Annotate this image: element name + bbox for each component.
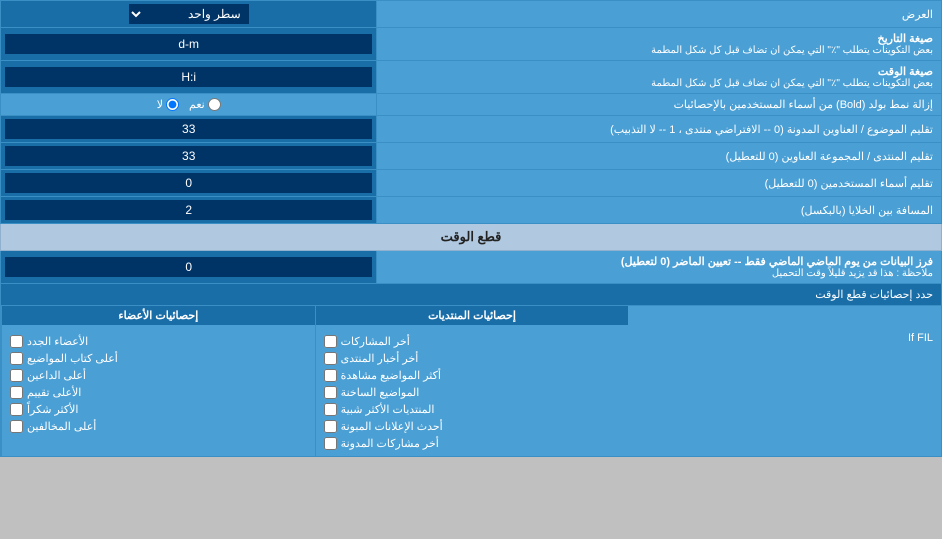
- subject-trim-row: تقليم الموضوع / العناوين المدونة (0 -- ا…: [1, 116, 942, 143]
- stat-hot-topics-cb[interactable]: [324, 386, 337, 399]
- forum-trim-input[interactable]: [5, 146, 372, 166]
- display-input-cell: سطر واحد سطرين ثلاثة أسطر: [1, 1, 377, 28]
- col-space-input[interactable]: [5, 200, 372, 220]
- user-trim-row: تقليم أسماء المستخدمين (0 للتعطيل): [1, 170, 942, 197]
- stat-hot-topics[interactable]: المواضيع الساخنة: [324, 384, 621, 401]
- stat-top-inviters-cb[interactable]: [10, 369, 23, 382]
- stat-top-rated[interactable]: الأعلى تقييم: [10, 384, 307, 401]
- stat-latest-announcements[interactable]: أحدث الإعلانات المبونة: [324, 418, 621, 435]
- stat-last-posts[interactable]: أخر المشاركات: [324, 333, 621, 350]
- bold-remove-row: إزالة نمط بولد (Bold) من أسماء المستخدمي…: [1, 94, 942, 116]
- time-cut-input-cell: [1, 251, 377, 284]
- date-format-row: صيغة التاريخ بعض التكوينات يتطلب "٪" الت…: [1, 28, 942, 61]
- user-trim-input[interactable]: [5, 173, 372, 193]
- forum-trim-input-cell: [1, 143, 377, 170]
- stat-most-thanks[interactable]: الأكثر شكراً: [10, 401, 307, 418]
- stat-most-thanks-cb[interactable]: [10, 403, 23, 416]
- forum-trim-text: تقليم المنتدى / المجموعة العناوين (0 للت…: [726, 151, 933, 163]
- subject-trim-input-cell: [1, 116, 377, 143]
- forum-trim-row: تقليم المنتدى / المجموعة العناوين (0 للت…: [1, 143, 942, 170]
- date-format-input[interactable]: [5, 34, 372, 54]
- stat-latest-announcements-cb[interactable]: [324, 420, 337, 433]
- time-format-label: صيغة الوقت بعض التكوينات يتطلب "٪" التي …: [377, 61, 942, 94]
- time-cut-label: فرز البيانات من يوم الماضي الماضي فقط --…: [377, 251, 942, 284]
- bold-remove-text: إزالة نمط بولد (Bold) من أسماء المستخدمي…: [674, 99, 933, 111]
- stat-top-violators[interactable]: أعلى المخالفين: [10, 418, 307, 435]
- stat-last-posts-cb[interactable]: [324, 335, 337, 348]
- time-format-input-cell: [1, 61, 377, 94]
- user-trim-text: تقليم أسماء المستخدمين (0 للتعطيل): [765, 178, 933, 190]
- time-section-title: قطع الوقت: [1, 224, 942, 251]
- stats-forums-header: إحصائيات المنتديات: [316, 306, 629, 325]
- subject-trim-label: تقليم الموضوع / العناوين المدونة (0 -- ا…: [377, 116, 942, 143]
- stat-blog-posts[interactable]: أخر مشاركات المدونة: [324, 435, 621, 452]
- stats-header-row: حدد إحصائيات قطع الوقت: [1, 284, 942, 306]
- col-space-input-cell: [1, 197, 377, 224]
- stat-new-members[interactable]: الأعضاء الجدد: [10, 333, 307, 350]
- stats-col-forums: إحصائيات المنتديات أخر المشاركات أخر أخب…: [315, 306, 629, 456]
- radio-no[interactable]: [166, 98, 179, 111]
- stat-top-violators-cb[interactable]: [10, 420, 23, 433]
- forum-trim-label: تقليم المنتدى / المجموعة العناوين (0 للت…: [377, 143, 942, 170]
- time-format-input[interactable]: [5, 67, 372, 87]
- date-format-title: صيغة التاريخ: [385, 32, 933, 45]
- time-format-row: صيغة الوقت بعض التكوينات يتطلب "٪" التي …: [1, 61, 942, 94]
- radio-no-label[interactable]: لا: [157, 98, 179, 111]
- stat-similar-forums-cb[interactable]: [324, 403, 337, 416]
- subject-trim-text: تقليم الموضوع / العناوين المدونة (0 -- ا…: [610, 124, 933, 136]
- stat-new-members-cb[interactable]: [10, 335, 23, 348]
- stats-header-label: حدد إحصائيات قطع الوقت: [1, 284, 942, 306]
- time-cut-sub: ملاحظة : هذا قد يزيد قليلاً وقت التحميل: [385, 268, 933, 279]
- display-mode-row: العرض سطر واحد سطرين ثلاثة أسطر: [1, 1, 942, 28]
- stat-blog-posts-cb[interactable]: [324, 437, 337, 450]
- bottom-note: If FIL: [628, 328, 941, 348]
- stat-top-rated-cb[interactable]: [10, 386, 23, 399]
- time-cut-input[interactable]: [5, 257, 372, 277]
- radio-yes-label[interactable]: نعم: [189, 98, 221, 111]
- col-space-row: المسافة بين الخلايا (بالبكسل): [1, 197, 942, 224]
- date-format-input-cell: [1, 28, 377, 61]
- user-trim-label: تقليم أسماء المستخدمين (0 للتعطيل): [377, 170, 942, 197]
- stat-most-viewed[interactable]: أكثر المواضيع مشاهدة: [324, 367, 621, 384]
- time-cut-row: فرز البيانات من يوم الماضي الماضي فقط --…: [1, 251, 942, 284]
- stat-forum-news-cb[interactable]: [324, 352, 337, 365]
- date-format-sub: بعض التكوينات يتطلب "٪" التي يمكن ان تضا…: [385, 45, 933, 56]
- stat-top-writers[interactable]: أعلى كتاب المواضيع: [10, 350, 307, 367]
- stat-similar-forums[interactable]: المنتديات الأكثر شبية: [324, 401, 621, 418]
- time-format-sub: بعض التكوينات يتطلب "٪" التي يمكن ان تضا…: [385, 78, 933, 89]
- stat-most-viewed-cb[interactable]: [324, 369, 337, 382]
- stats-members-header: إحصائيات الأعضاء: [2, 306, 315, 325]
- stat-top-inviters[interactable]: أعلى الداعين: [10, 367, 307, 384]
- stats-grid-row: إحصائيات الأعضاء الأعضاء الجدد أعلى كتاب…: [1, 306, 942, 457]
- col-space-text: المسافة بين الخلايا (بالبكسل): [801, 205, 933, 217]
- subject-trim-input[interactable]: [5, 119, 372, 139]
- time-section-header-row: قطع الوقت: [1, 224, 942, 251]
- bold-remove-input-cell: نعم لا: [1, 94, 377, 116]
- bold-remove-label: إزالة نمط بولد (Bold) من أسماء المستخدمي…: [377, 94, 942, 116]
- stats-col-empty: If FIL: [628, 306, 941, 456]
- stat-forum-news[interactable]: أخر أخبار المنتدى: [324, 350, 621, 367]
- time-format-title: صيغة الوقت: [385, 65, 933, 78]
- display-label: العرض: [377, 1, 942, 28]
- display-select[interactable]: سطر واحد سطرين ثلاثة أسطر: [129, 4, 249, 24]
- stats-col-members: إحصائيات الأعضاء الأعضاء الجدد أعلى كتاب…: [1, 306, 315, 456]
- date-format-label: صيغة التاريخ بعض التكوينات يتطلب "٪" الت…: [377, 28, 942, 61]
- stat-top-writers-cb[interactable]: [10, 352, 23, 365]
- time-cut-main: فرز البيانات من يوم الماضي الماضي فقط --…: [385, 255, 933, 268]
- radio-yes[interactable]: [208, 98, 221, 111]
- display-text: العرض: [902, 9, 933, 21]
- col-space-label: المسافة بين الخلايا (بالبكسل): [377, 197, 942, 224]
- user-trim-input-cell: [1, 170, 377, 197]
